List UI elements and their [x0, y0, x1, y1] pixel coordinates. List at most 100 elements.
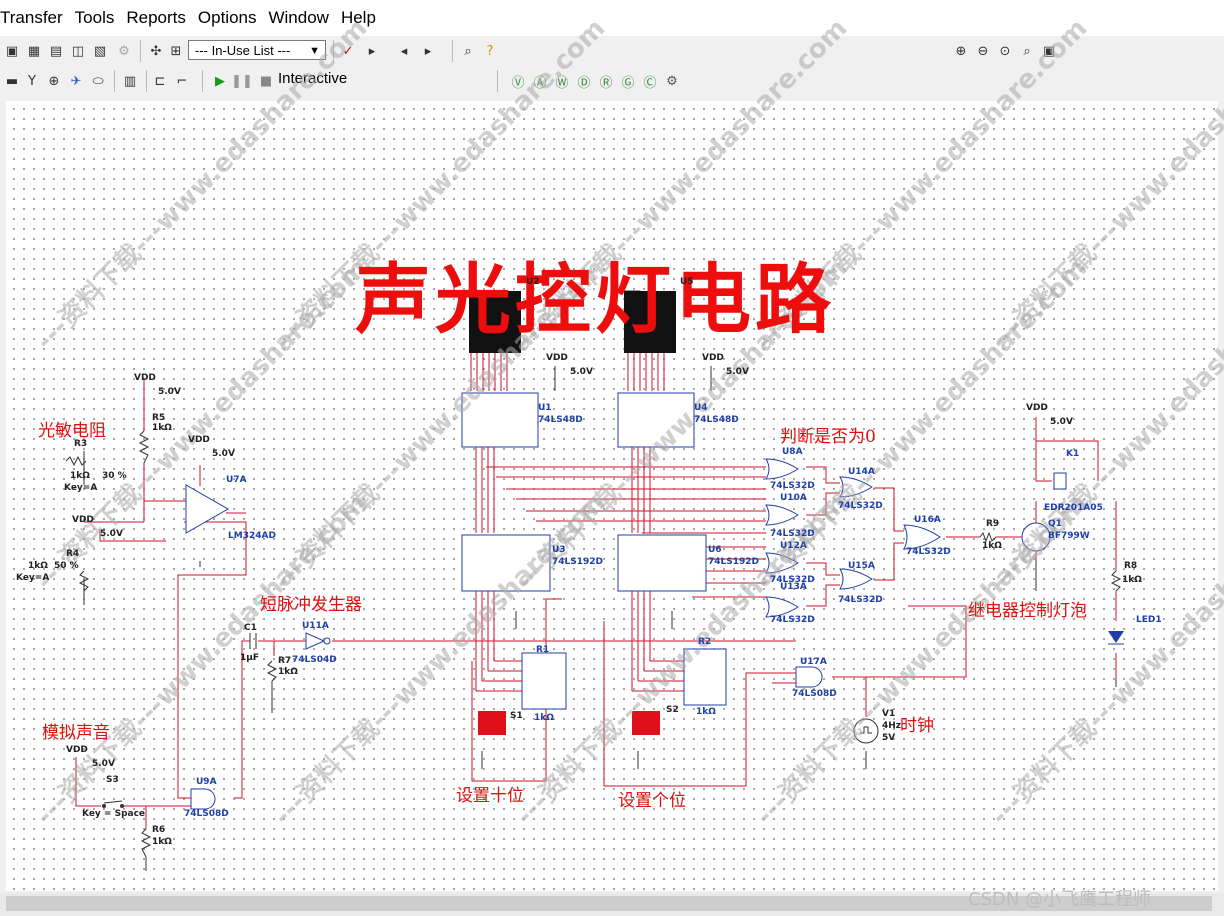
label-74ls32d: 74LS32D: [838, 595, 883, 605]
label-u11a: U11A: [302, 621, 329, 631]
label-r2: R2: [698, 637, 712, 647]
design-toolbox-icon[interactable]: ▣: [2, 41, 22, 61]
label-u4: U4: [694, 403, 708, 413]
help-icon[interactable]: ?: [480, 41, 500, 61]
label-r8-val: 1kΩ: [1122, 575, 1142, 585]
label-74ls32d: 74LS32D: [770, 481, 815, 491]
label-5v: 5.0V: [212, 449, 235, 459]
label-lm324ad: LM324AD: [228, 531, 276, 541]
label-r4-pct: 50 %: [54, 561, 79, 571]
place-icon[interactable]: ✣: [146, 41, 166, 61]
label-led1: LED1: [1136, 615, 1162, 625]
label-74ls48d: 74LS48D: [538, 415, 583, 425]
step-icon[interactable]: ⌐: [172, 71, 192, 91]
zoom-out-icon[interactable]: ⊖: [973, 41, 993, 61]
label-r1-val: 1kΩ: [534, 713, 554, 723]
schematic-title: 声光控灯电路: [355, 255, 835, 344]
database-icon[interactable]: ▤: [46, 41, 66, 61]
connector-icon[interactable]: ⊏: [150, 71, 170, 91]
wire-icon[interactable]: ✈: [66, 71, 86, 91]
zoom-area-icon[interactable]: ⊙: [995, 41, 1015, 61]
zoom-in-icon[interactable]: ⊕: [951, 41, 971, 61]
label-5v: 5.0V: [92, 759, 115, 769]
label-q1-type: BF799W: [1048, 531, 1090, 541]
run-icon[interactable]: ▶: [210, 71, 230, 91]
label-r3: R3: [74, 439, 88, 449]
note-set-ones: 设置个位: [618, 791, 686, 811]
label-q1: Q1: [1048, 519, 1062, 529]
label-5v: 5.0V: [726, 367, 749, 377]
label-r4: R4: [66, 549, 80, 559]
menu-transfer[interactable]: Transfer: [0, 0, 69, 36]
label-s3: S3: [106, 775, 119, 785]
spreadsheet-icon[interactable]: ▦: [24, 41, 44, 61]
component-icon[interactable]: ▥: [120, 71, 140, 91]
note-judge-zero: 判断是否为0: [780, 427, 876, 447]
label-r6: R6: [152, 825, 166, 835]
label-vdd: VDD: [134, 373, 156, 383]
postprocessor-icon[interactable]: ▧: [90, 41, 110, 61]
reference-probe-icon[interactable]: Ⓡ: [596, 71, 616, 91]
menu-reports[interactable]: Reports: [120, 0, 192, 36]
label-s1: S1: [510, 711, 523, 721]
pause-icon[interactable]: ❚❚: [231, 71, 253, 91]
label-u9a: U9A: [196, 777, 217, 787]
label-r4-val: 1kΩ: [28, 561, 48, 571]
label-u14a: U14A: [848, 467, 875, 477]
label-u15a: U15A: [848, 561, 875, 571]
clock-probe-icon[interactable]: Ⓒ: [640, 71, 660, 91]
label-74ls32d: 74LS32D: [838, 501, 883, 511]
label-r3-val: 1kΩ: [70, 471, 90, 481]
note-set-tens: 设置十位: [456, 786, 524, 806]
menu-tools[interactable]: Tools: [69, 0, 121, 36]
hierarchy-icon[interactable]: ⊞: [166, 41, 186, 61]
forward-annotate-icon[interactable]: ▸: [418, 41, 438, 61]
menu-options[interactable]: Options: [192, 0, 263, 36]
digital-probe-icon[interactable]: Ⓖ: [618, 71, 638, 91]
label-vdd: VDD: [72, 515, 94, 525]
junction-icon[interactable]: ⬭: [88, 71, 108, 91]
back-annotate-icon[interactable]: ◂: [394, 41, 414, 61]
label-vdd: VDD: [702, 353, 724, 363]
label-v1-freq: 4Hz: [882, 721, 902, 731]
label-vdd: VDD: [66, 745, 88, 755]
label-74ls08d: 74LS08D: [792, 689, 837, 699]
label-74ls08d: 74LS08D: [184, 809, 229, 819]
menu-window[interactable]: Window: [262, 0, 334, 36]
label-r9-val: 1kΩ: [982, 541, 1002, 551]
label-r7-val: 1kΩ: [278, 667, 298, 677]
differential-probe-icon[interactable]: Ⓓ: [574, 71, 594, 91]
find-icon[interactable]: ⌕: [458, 41, 478, 61]
label-c1: C1: [244, 623, 257, 633]
grapher-icon[interactable]: ◫: [68, 41, 88, 61]
note-simulated-sound: 模拟声音: [42, 723, 110, 743]
label-5v: 5.0V: [570, 367, 593, 377]
label-5v: 5.0V: [1050, 417, 1073, 427]
label-74ls04d: 74LS04D: [292, 655, 337, 665]
probe-icon[interactable]: Y: [22, 71, 42, 91]
label-vdd: VDD: [188, 435, 210, 445]
label-u1: U1: [538, 403, 552, 413]
probe-settings-icon[interactable]: ⚙: [662, 71, 682, 91]
note-short-pulse: 短脉冲发生器: [260, 595, 362, 615]
label-74ls192d: 74LS192D: [708, 557, 759, 567]
component-wizard-icon[interactable]: ⚙: [114, 41, 134, 61]
in-use-list-value: --- In-Use List ---: [195, 43, 291, 58]
label-u6: U6: [708, 545, 722, 555]
label-k1-type: EDR201A05: [1044, 503, 1103, 513]
schematic-canvas[interactable]: ---资料下载---www.edashare.com ---资料下载---www…: [6, 13, 1224, 891]
bus-icon[interactable]: ⊕: [44, 71, 64, 91]
label-u13a: U13A: [780, 582, 807, 592]
label-74ls48d: 74LS48D: [694, 415, 739, 425]
label-v1: V1: [882, 709, 896, 719]
label-u16a: U16A: [914, 515, 941, 525]
label-74ls32d: 74LS32D: [906, 547, 951, 557]
label-u5: U5: [680, 277, 694, 287]
label-5v: 5.0V: [100, 529, 123, 539]
label-5v: 5.0V: [158, 387, 181, 397]
menu-bar: Transfer Tools Reports Options Window He…: [0, 0, 1224, 36]
label-u2: U2: [526, 277, 540, 287]
instrument-icon[interactable]: ▬: [2, 71, 22, 91]
label-u8a: U8A: [782, 447, 803, 457]
label-r2-val: 1kΩ: [696, 707, 716, 717]
